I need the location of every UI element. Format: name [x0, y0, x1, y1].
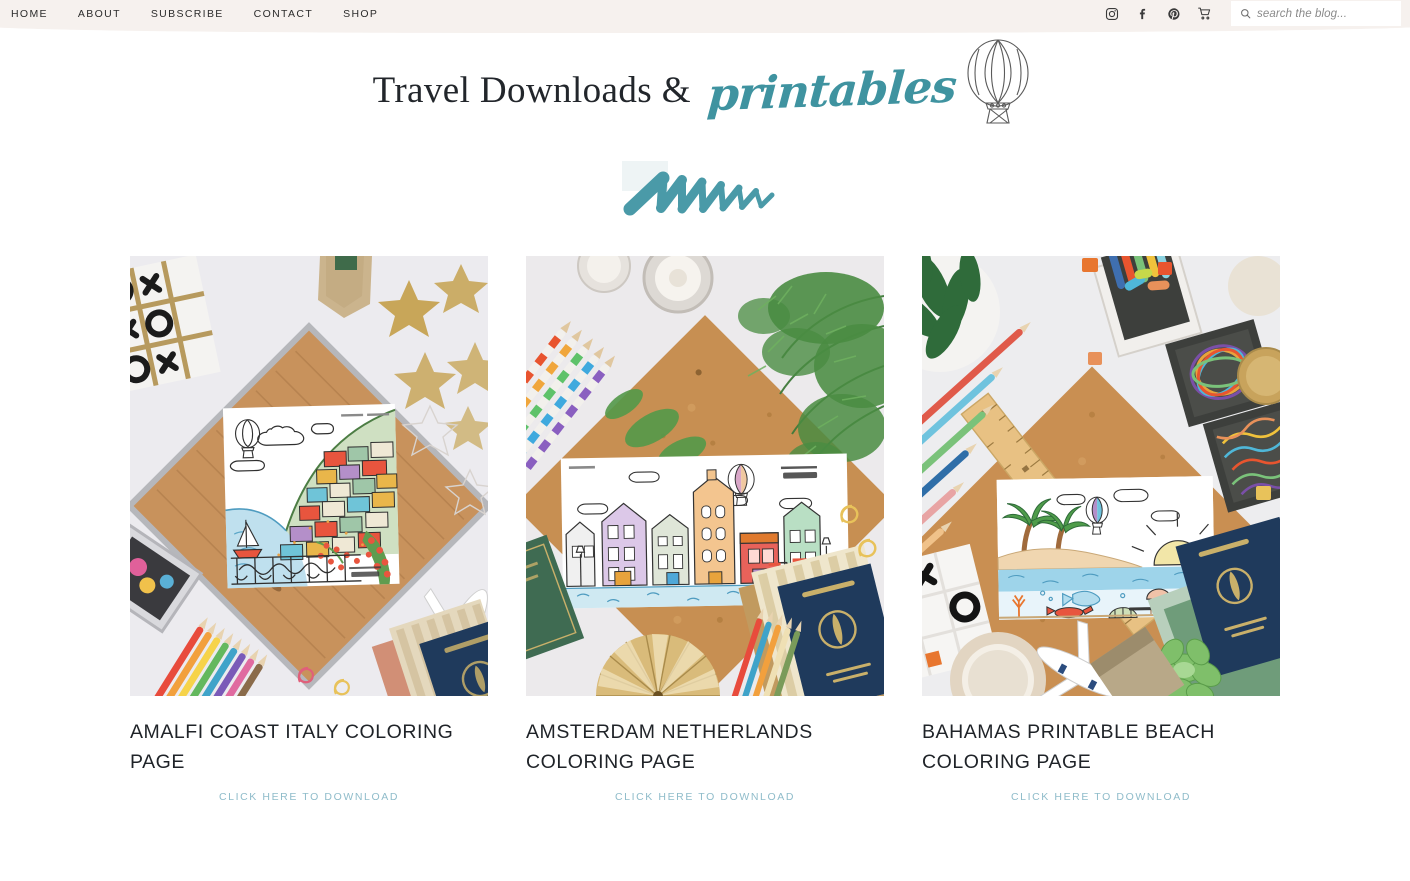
card-bahamas-printable-beach: Bahamas Printable Beach Coloring Page Cl… [922, 256, 1280, 803]
card-title: Bahamas Printable Beach Coloring Page [922, 721, 1215, 773]
card-photo-bahamas[interactable] [922, 256, 1280, 696]
social-links [1104, 6, 1212, 21]
card-download-link[interactable]: Click Here to Download [526, 791, 884, 803]
instagram-icon[interactable] [1104, 6, 1119, 21]
page-title-serif: Travel Downloads & [372, 69, 691, 111]
page-title-section: Travel Downloads & printables [0, 27, 1410, 139]
card-photo-amsterdam[interactable] [526, 256, 884, 696]
nav-item-about[interactable]: ABOUT [78, 8, 140, 20]
hot-air-balloon-icon [959, 35, 1037, 139]
nav-item-home[interactable]: HOME [11, 8, 67, 20]
search-input[interactable] [1257, 7, 1392, 20]
page-title: Travel Downloads & printables [372, 39, 1038, 139]
teal-brush-squiggle-divider-icon [620, 158, 790, 225]
card-download-link[interactable]: Click Here to Download [130, 791, 488, 803]
card-download-link[interactable]: Click Here to Download [922, 791, 1280, 803]
printables-grid: Amalfi Coast Italy Coloring Page Click H… [130, 256, 1280, 803]
nav-item-shop[interactable]: SHOP [343, 8, 397, 20]
card-amalfi-coast-italy: Amalfi Coast Italy Coloring Page Click H… [130, 256, 488, 803]
card-title: Amalfi Coast Italy Coloring Page [130, 721, 454, 773]
facebook-icon[interactable] [1135, 6, 1150, 21]
card-photo-amalfi[interactable] [130, 256, 488, 696]
shopping-cart-icon[interactable] [1197, 6, 1212, 21]
main-nav: HOME ABOUT SUBSCRIBE CONTACT SHOP [11, 8, 408, 20]
card-amsterdam-netherlands: Amsterdam Netherlands Coloring Page Clic… [526, 256, 884, 803]
top-navigation-bar: HOME ABOUT SUBSCRIBE CONTACT SHOP [0, 0, 1410, 27]
card-title: Amsterdam Netherlands Coloring Page [526, 721, 813, 773]
pinterest-icon[interactable] [1166, 6, 1181, 21]
nav-item-subscribe[interactable]: SUBSCRIBE [151, 8, 243, 20]
search-box[interactable] [1231, 1, 1401, 26]
page-title-script: printables [705, 59, 958, 121]
nav-item-contact[interactable]: CONTACT [254, 8, 332, 20]
search-icon [1240, 8, 1251, 19]
section-divider [0, 139, 1410, 244]
